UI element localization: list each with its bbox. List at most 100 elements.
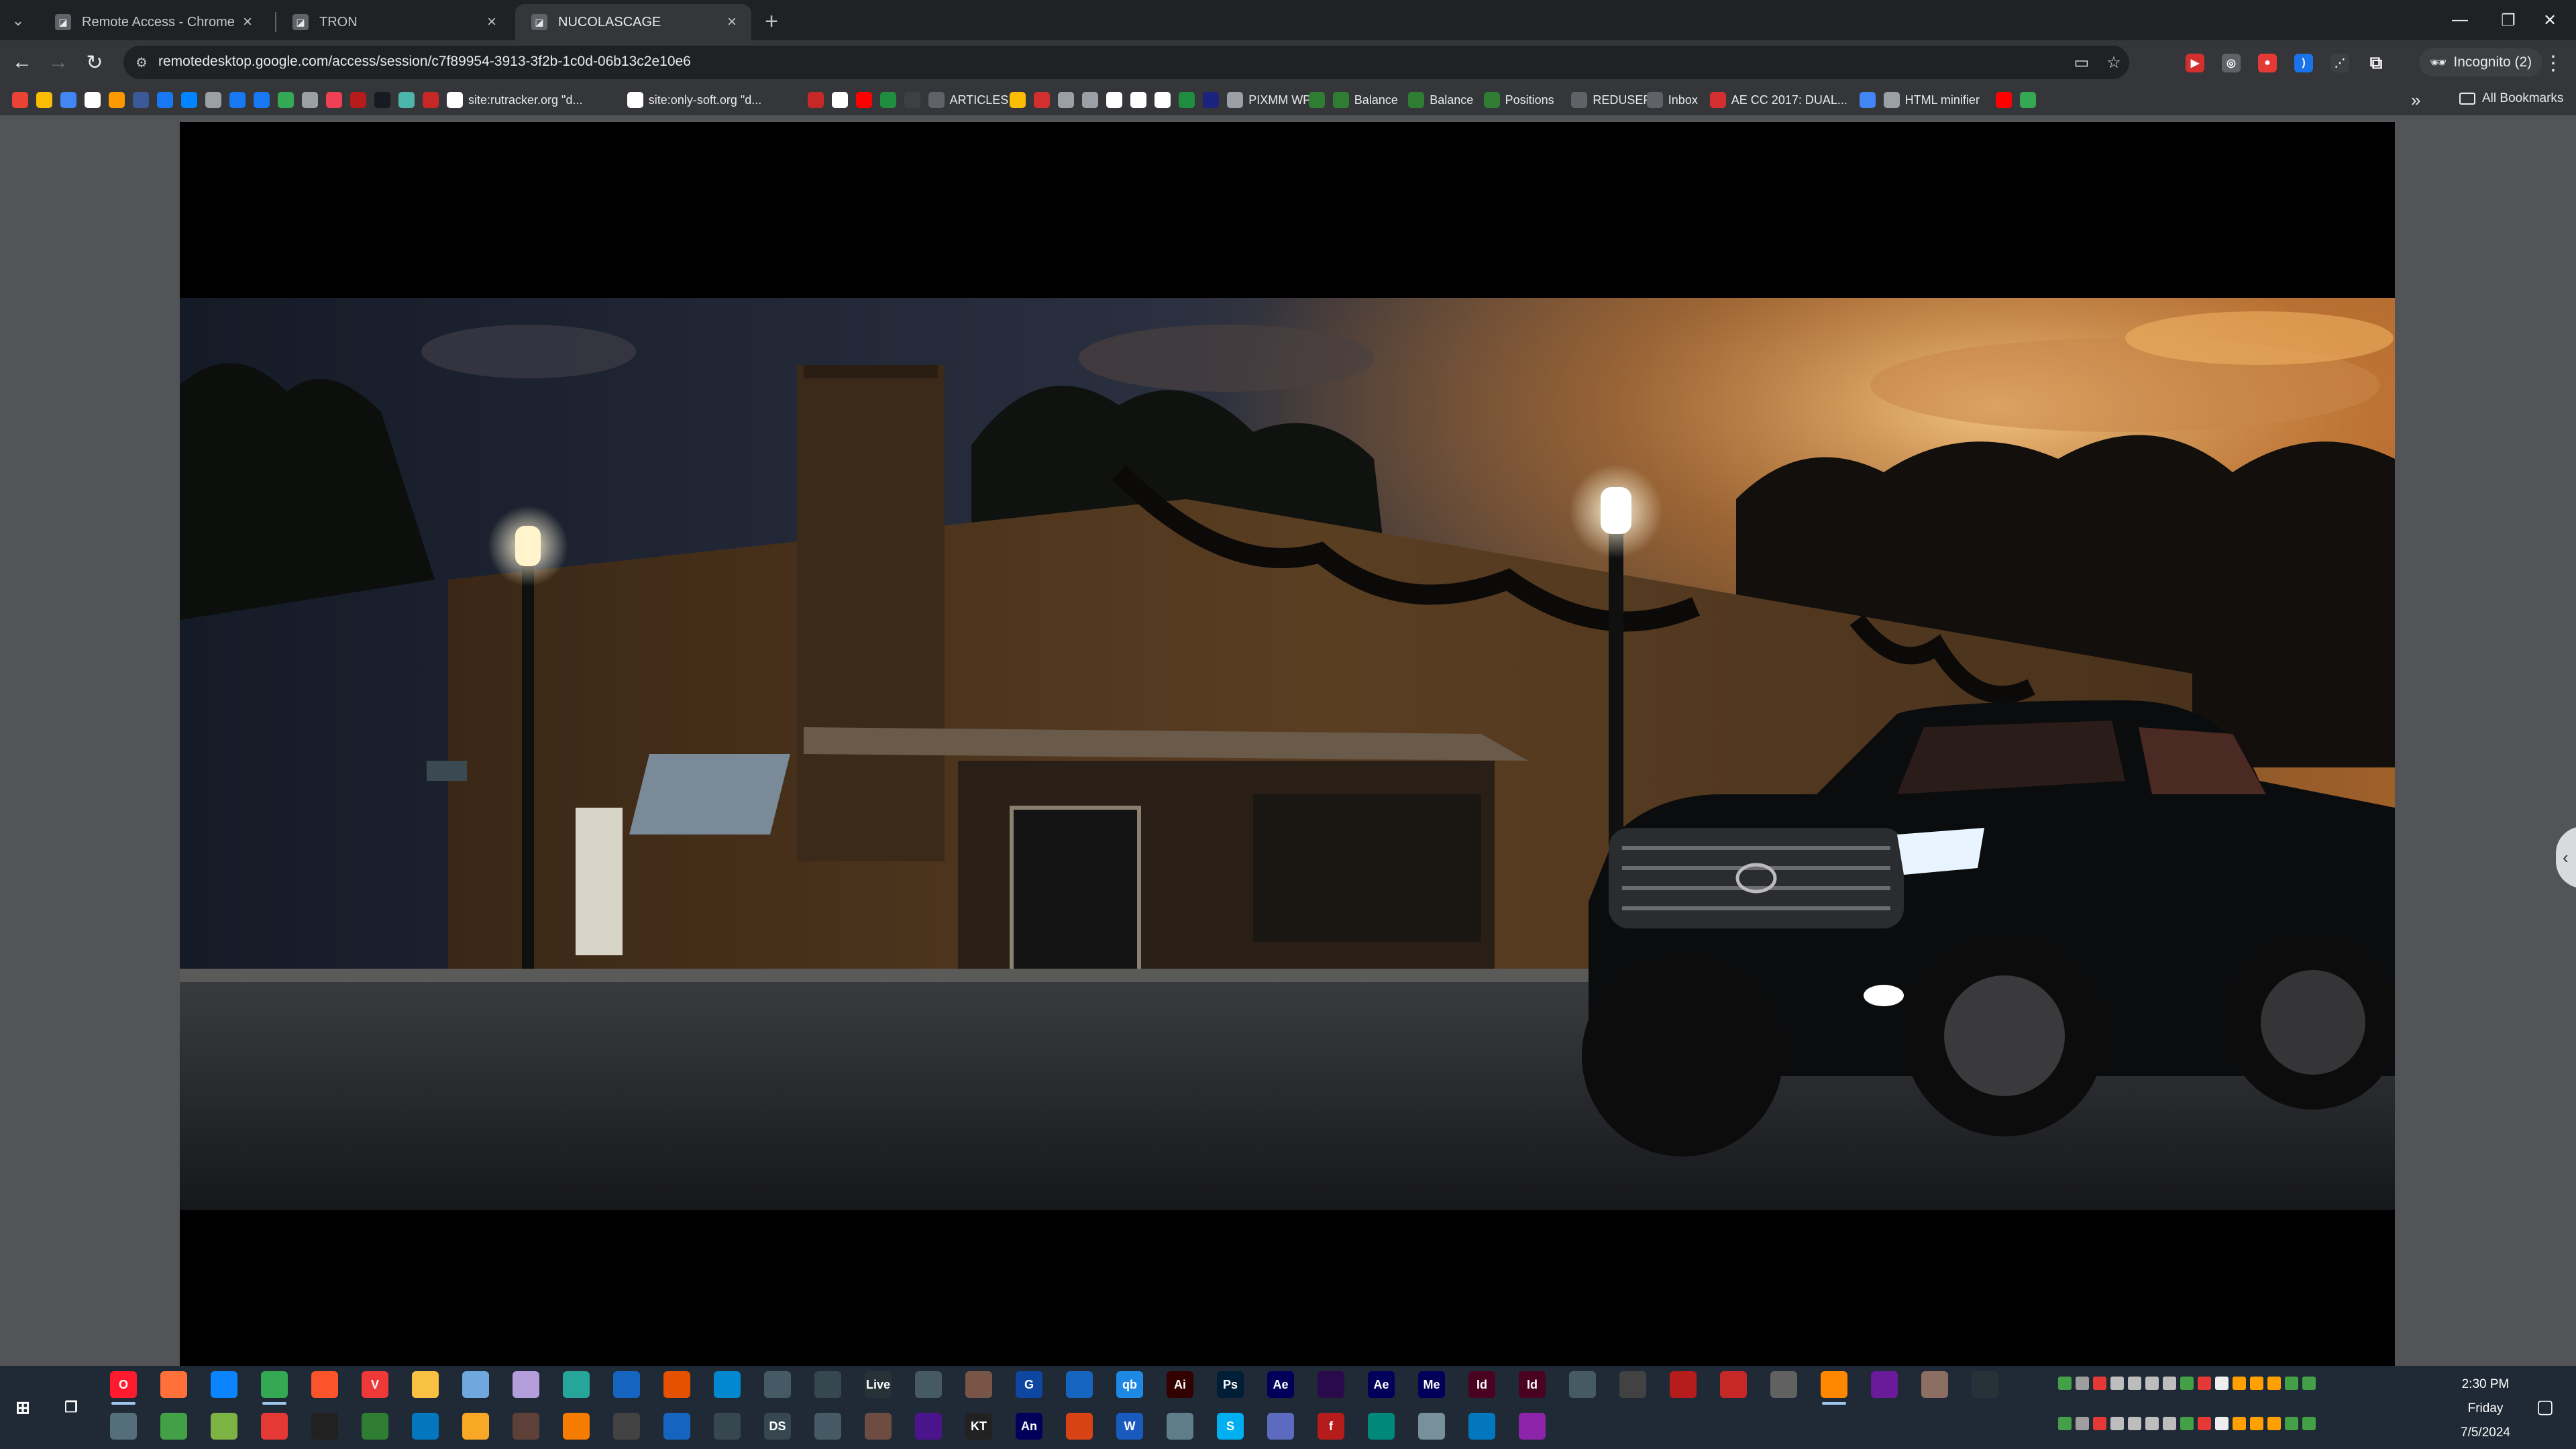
animate-icon[interactable]: An bbox=[1016, 1413, 1042, 1440]
vivaldi-icon[interactable]: V bbox=[362, 1371, 388, 1398]
bookmark-item[interactable] bbox=[1034, 91, 1051, 109]
tray-icon[interactable] bbox=[2145, 1417, 2159, 1430]
premiere-icon[interactable] bbox=[1318, 1371, 1344, 1398]
app-icon[interactable] bbox=[1519, 1413, 1546, 1440]
bookmark-item[interactable] bbox=[879, 91, 896, 109]
folder-icon[interactable] bbox=[462, 1413, 489, 1440]
app-icon[interactable] bbox=[1167, 1413, 1193, 1440]
close-icon[interactable]: × bbox=[482, 12, 502, 32]
flash-icon[interactable]: f bbox=[1318, 1413, 1344, 1440]
bookmark-item[interactable] bbox=[181, 91, 197, 109]
bookmark-item[interactable] bbox=[855, 91, 872, 109]
bookmark-item[interactable] bbox=[229, 91, 246, 109]
app-icon[interactable] bbox=[513, 1413, 539, 1440]
tray-icon[interactable] bbox=[2110, 1417, 2124, 1430]
minimize-button[interactable]: — bbox=[2434, 0, 2486, 40]
app-icon[interactable] bbox=[1619, 1371, 1646, 1398]
extension-gray-icon[interactable]: ◎ bbox=[2222, 54, 2241, 72]
bookmark-item[interactable] bbox=[1996, 91, 2012, 109]
extensions-puzzle-icon[interactable]: ⧉ bbox=[2367, 52, 2385, 72]
close-window-button[interactable]: ✕ bbox=[2524, 0, 2576, 40]
bookmark-item[interactable] bbox=[350, 91, 366, 109]
tray-icon[interactable] bbox=[2058, 1377, 2072, 1390]
tray-icon[interactable] bbox=[2285, 1377, 2298, 1390]
extension-audio-icon[interactable]: ) bbox=[2294, 54, 2313, 72]
app-icon[interactable] bbox=[1871, 1371, 1898, 1398]
address-bar[interactable]: ⚙ remotedesktop.google.com/access/sessio… bbox=[123, 46, 2129, 79]
incognito-badge[interactable]: 🕶 Incognito (2) bbox=[2419, 48, 2543, 76]
bookmark-item[interactable] bbox=[326, 91, 342, 109]
qbittorrent-icon[interactable]: qb bbox=[1116, 1371, 1143, 1398]
bookmark-item[interactable] bbox=[205, 91, 221, 109]
bookmark-item[interactable] bbox=[133, 91, 149, 109]
app-icon[interactable] bbox=[1066, 1371, 1093, 1398]
bookmark-item[interactable] bbox=[36, 91, 52, 109]
bookmark-item[interactable] bbox=[1010, 91, 1026, 109]
bookmark-item[interactable]: Inbox bbox=[1646, 91, 1698, 109]
task-view-icon[interactable]: ❐ bbox=[58, 1394, 85, 1421]
tray-icon[interactable] bbox=[2128, 1417, 2141, 1430]
bookmark-item[interactable] bbox=[1308, 91, 1325, 109]
photos-icon[interactable] bbox=[1468, 1413, 1495, 1440]
bookmark-item[interactable] bbox=[374, 91, 390, 109]
bookmark-item[interactable] bbox=[85, 91, 101, 109]
tray-icon[interactable] bbox=[2163, 1417, 2176, 1430]
tray-icon[interactable] bbox=[2145, 1377, 2159, 1390]
tray-icon[interactable] bbox=[2267, 1377, 2281, 1390]
remote-screen[interactable] bbox=[180, 122, 2395, 1373]
bookmark-item[interactable] bbox=[2020, 91, 2037, 109]
tray-icon[interactable] bbox=[2110, 1377, 2124, 1390]
tray-icon[interactable] bbox=[2198, 1377, 2211, 1390]
app-icon[interactable] bbox=[1720, 1371, 1747, 1398]
app-icon[interactable] bbox=[261, 1413, 288, 1440]
app-icon[interactable] bbox=[362, 1413, 388, 1440]
vlc-icon[interactable] bbox=[1821, 1371, 1847, 1398]
tab-tron[interactable]: ◪ TRON × bbox=[276, 4, 511, 40]
bookmark-star-icon[interactable]: ☆ bbox=[2104, 52, 2124, 72]
app-icon[interactable] bbox=[1368, 1413, 1395, 1440]
browser-menu-icon[interactable]: ⋮ bbox=[2540, 50, 2567, 76]
bookmark-item[interactable]: ARTICLES bbox=[928, 91, 1008, 109]
firefox-icon[interactable] bbox=[160, 1371, 187, 1398]
word-icon[interactable]: W bbox=[1116, 1413, 1143, 1440]
tray-icon[interactable] bbox=[2198, 1417, 2211, 1430]
live-icon[interactable]: Live bbox=[865, 1371, 892, 1398]
app-icon[interactable] bbox=[311, 1413, 338, 1440]
bookmark-item[interactable]: site:rutracker.org "d... bbox=[447, 91, 582, 109]
tray-icon[interactable] bbox=[2285, 1417, 2298, 1430]
all-bookmarks-button[interactable]: All Bookmarks bbox=[2459, 91, 2563, 106]
after-effects-icon[interactable]: Ae bbox=[1267, 1371, 1294, 1398]
opera-icon[interactable]: O bbox=[110, 1371, 137, 1398]
tray-icon[interactable] bbox=[2163, 1377, 2176, 1390]
extension-shield-icon[interactable]: ● bbox=[2258, 54, 2277, 72]
reload-button[interactable]: ↻ bbox=[80, 48, 109, 76]
bookmarks-overflow-icon[interactable]: » bbox=[2411, 90, 2420, 111]
app-icon[interactable] bbox=[1670, 1371, 1697, 1398]
app-icon[interactable] bbox=[1921, 1371, 1948, 1398]
tray-icon[interactable] bbox=[2058, 1417, 2072, 1430]
bookmark-item[interactable] bbox=[157, 91, 173, 109]
brave-icon[interactable] bbox=[311, 1371, 338, 1398]
app-icon[interactable] bbox=[1267, 1413, 1294, 1440]
bookmark-item[interactable] bbox=[423, 91, 439, 109]
close-icon[interactable]: × bbox=[237, 12, 258, 32]
tray-icon[interactable] bbox=[2302, 1417, 2316, 1430]
tray-icon[interactable] bbox=[2215, 1377, 2229, 1390]
explorer-icon[interactable] bbox=[412, 1371, 439, 1398]
ds-icon[interactable]: DS bbox=[764, 1413, 791, 1440]
bookmark-item[interactable] bbox=[1155, 91, 1171, 109]
tray-icon[interactable] bbox=[2076, 1417, 2089, 1430]
tray-icon[interactable] bbox=[2180, 1417, 2194, 1430]
media-encoder-icon[interactable]: Me bbox=[1418, 1371, 1445, 1398]
bookmark-item[interactable] bbox=[109, 91, 125, 109]
indesign-icon[interactable]: Id bbox=[1468, 1371, 1495, 1398]
search-icon[interactable] bbox=[714, 1413, 741, 1440]
app-icon[interactable] bbox=[613, 1371, 640, 1398]
app-icon[interactable] bbox=[915, 1413, 942, 1440]
forward-button[interactable]: → bbox=[44, 48, 72, 76]
tray-icon[interactable] bbox=[2250, 1417, 2263, 1430]
app-icon[interactable] bbox=[965, 1371, 992, 1398]
app-icon[interactable] bbox=[663, 1413, 690, 1440]
bookmark-item[interactable] bbox=[12, 91, 28, 109]
app-icon[interactable] bbox=[764, 1371, 791, 1398]
